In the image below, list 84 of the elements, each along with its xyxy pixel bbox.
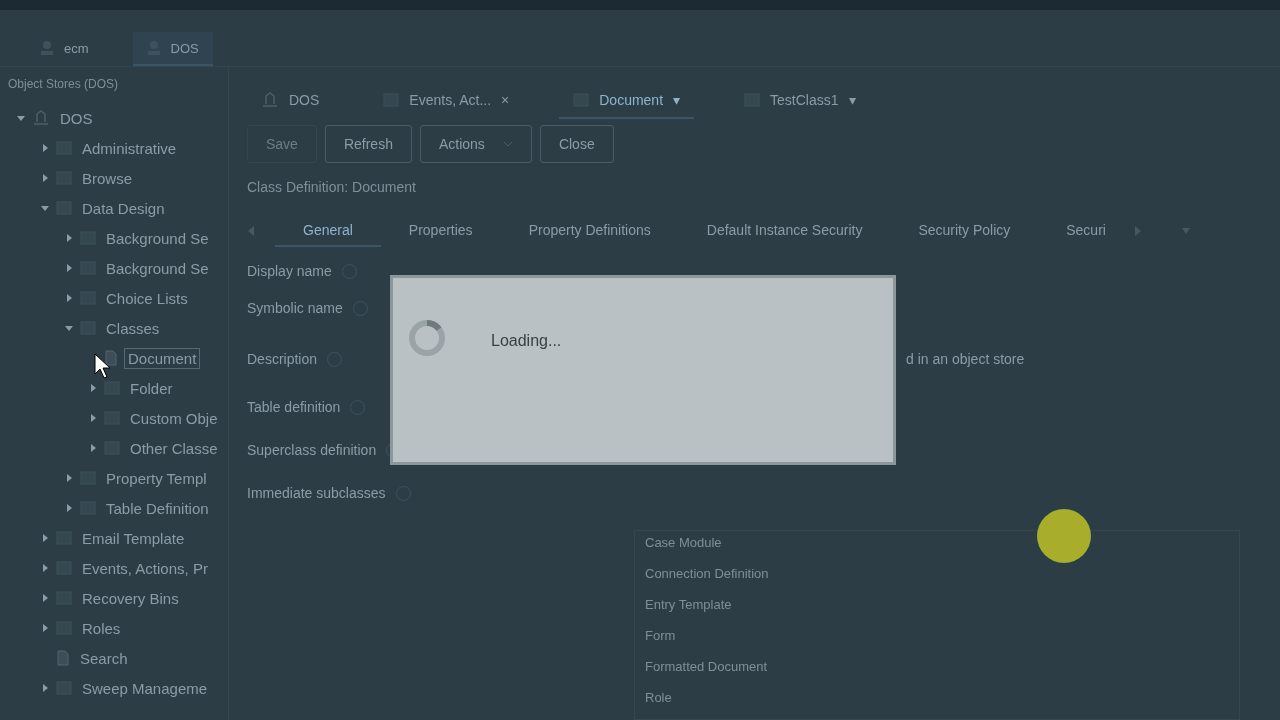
- toolbar-button[interactable]: Refresh: [324, 125, 412, 163]
- expand-icon[interactable]: [40, 173, 50, 183]
- field-value: d in an object store: [906, 351, 1025, 367]
- class-heading: Class Definition: Document: [247, 179, 417, 195]
- list-item[interactable]: Formatted Document: [645, 659, 1229, 678]
- tree-item[interactable]: Email Template: [78, 527, 189, 549]
- database-icon: [261, 92, 279, 108]
- field-label: Superclass definition: [247, 442, 377, 458]
- collapse-icon[interactable]: [64, 323, 74, 333]
- expand-icon[interactable]: [64, 293, 74, 303]
- expand-icon[interactable]: [88, 383, 98, 393]
- list-item[interactable]: Connection Definition: [645, 566, 1229, 585]
- folder-icon: [104, 380, 120, 396]
- document-icon: [104, 350, 118, 366]
- expand-icon[interactable]: [40, 593, 50, 603]
- field-label: Description: [247, 351, 318, 367]
- tree-item[interactable]: Table Definition: [102, 497, 213, 519]
- property-tab[interactable]: General: [275, 215, 381, 247]
- tree-item[interactable]: Background Se: [102, 257, 213, 279]
- list-item[interactable]: Entry Template: [645, 597, 1229, 616]
- tree-item[interactable]: DOS: [56, 107, 97, 129]
- field-label: Symbolic name: [247, 300, 343, 316]
- tree-item[interactable]: Other Classe: [126, 437, 222, 459]
- property-tab[interactable]: Properties: [380, 215, 501, 247]
- tab-menu-icon[interactable]: ▾: [848, 92, 856, 108]
- tree-item[interactable]: Events, Actions, Pr: [78, 557, 212, 579]
- tab-label: Events, Act...: [409, 92, 492, 108]
- list-item[interactable]: Form: [645, 628, 1229, 647]
- tab-menu-icon[interactable]: ▾: [673, 92, 681, 108]
- cursor-highlight: [1037, 509, 1091, 563]
- tree-item[interactable]: Data Design: [78, 197, 169, 219]
- tree-item[interactable]: Classes: [102, 317, 164, 339]
- tab-label: Document: [599, 92, 664, 108]
- tab-label: TestClass1: [770, 92, 839, 108]
- tree-item[interactable]: Sweep Manageme: [78, 677, 212, 699]
- expand-icon[interactable]: [40, 143, 50, 153]
- document-icon: [56, 650, 70, 666]
- field-label: Immediate subclasses: [247, 485, 386, 501]
- property-tab[interactable]: Property Definitions: [500, 215, 679, 247]
- header-tab[interactable]: DOS: [132, 32, 213, 66]
- toolbar-button[interactable]: Close: [539, 125, 614, 163]
- expand-icon[interactable]: [40, 533, 50, 543]
- expand-icon[interactable]: [40, 623, 50, 633]
- header-tab[interactable]: ecm: [26, 32, 103, 66]
- field-label: Table definition: [247, 399, 341, 415]
- expand-icon[interactable]: [64, 503, 74, 513]
- tree-item[interactable]: Custom Obje: [126, 407, 222, 429]
- tree-item[interactable]: Browse: [78, 167, 137, 189]
- tree-item[interactable]: Search: [76, 647, 132, 669]
- tab-label: DOS: [289, 92, 320, 108]
- tab-menu-icon[interactable]: ×: [501, 92, 510, 108]
- expand-icon[interactable]: [64, 263, 74, 273]
- expand-icon[interactable]: [88, 413, 98, 423]
- property-tab[interactable]: Default Instance Security: [678, 215, 891, 247]
- document-tab[interactable]: Events, Act... ×: [369, 83, 524, 119]
- document-tab[interactable]: DOS: [247, 83, 334, 119]
- document-tab[interactable]: Document ▾: [559, 83, 695, 119]
- database-icon: [32, 110, 50, 126]
- document-tab[interactable]: TestClass1 ▾: [730, 83, 870, 119]
- expand-icon[interactable]: [88, 443, 98, 453]
- tree-item[interactable]: Roles: [78, 617, 125, 639]
- collapse-icon[interactable]: [40, 203, 50, 213]
- tree-item[interactable]: Folder: [126, 377, 177, 399]
- tree-item[interactable]: Property Templ: [102, 467, 211, 489]
- list-item[interactable]: Case Module: [645, 535, 1229, 554]
- tree-item[interactable]: Administrative: [78, 137, 181, 159]
- property-tab[interactable]: Securi: [1038, 215, 1134, 247]
- expand-icon[interactable]: [64, 473, 74, 483]
- tree-item[interactable]: Recovery Bins: [78, 587, 183, 609]
- loading-message: Loading...: [491, 332, 562, 350]
- panel-title: Object Stores (DOS): [7, 77, 120, 91]
- tree-item[interactable]: Document: [124, 347, 201, 369]
- tree-item[interactable]: Choice Lists: [102, 287, 192, 309]
- list-item[interactable]: Role: [645, 690, 1229, 709]
- property-tab[interactable]: Security Policy: [890, 215, 1039, 247]
- expand-icon[interactable]: [40, 683, 50, 693]
- toolbar-button[interactable]: Actions: [419, 125, 532, 163]
- collapse-icon[interactable]: [16, 113, 26, 123]
- field-label: Display name: [247, 263, 332, 279]
- expand-icon[interactable]: [64, 233, 74, 243]
- spinner-icon: [407, 318, 447, 358]
- expand-icon[interactable]: [40, 563, 50, 573]
- tree-item[interactable]: Background Se: [102, 227, 213, 249]
- pointer-icon: [94, 353, 110, 379]
